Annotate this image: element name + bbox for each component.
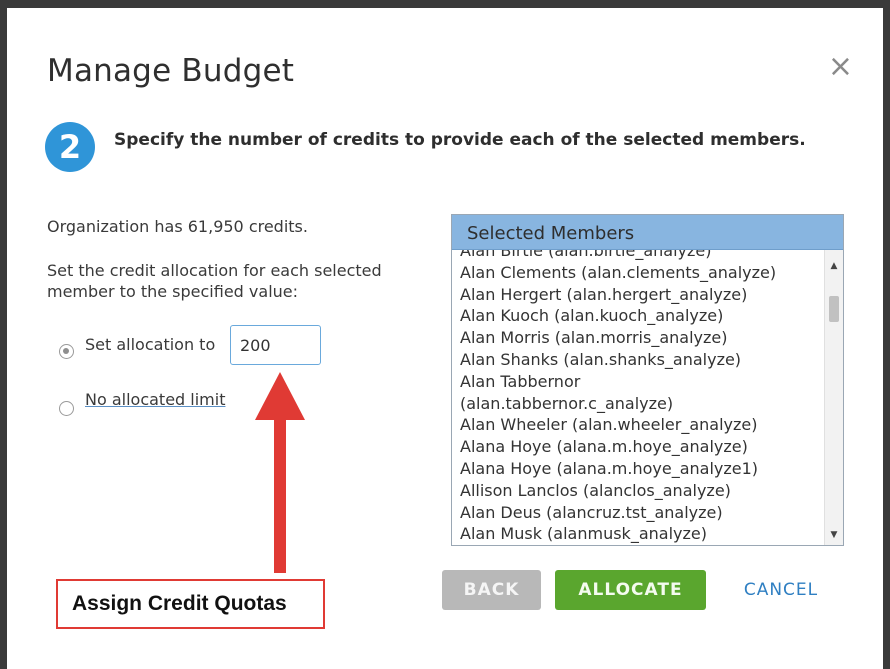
assign-credit-quotas-callout: Assign Credit Quotas [56, 579, 325, 629]
manage-budget-dialog: Manage Budget × 2 Specify the number of … [7, 8, 883, 669]
annotation-arrow [255, 372, 305, 573]
arrow-head [255, 372, 305, 420]
arrow-shaft [274, 418, 286, 573]
